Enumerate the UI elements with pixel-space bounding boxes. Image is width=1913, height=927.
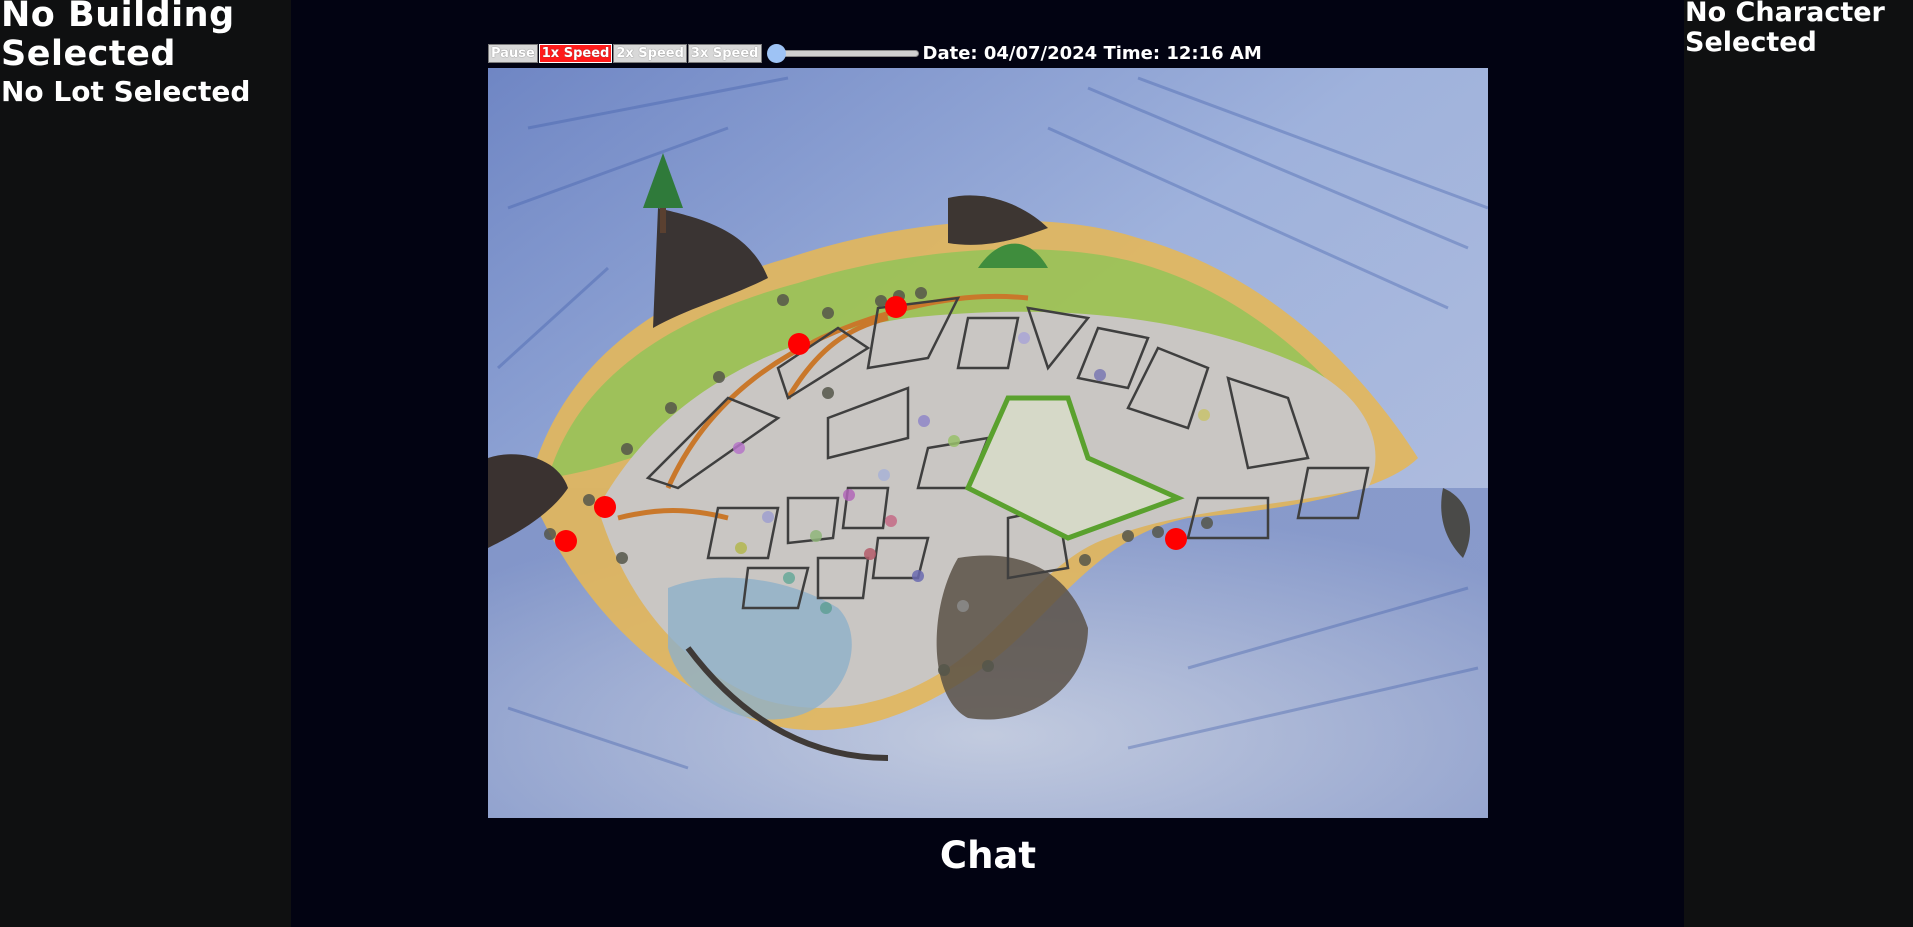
lot-marker[interactable]	[1201, 517, 1213, 529]
game-screen: No Building Selected No Lot Selected No …	[0, 0, 1913, 927]
lot-marker[interactable]	[864, 548, 876, 560]
lot-marker[interactable]	[810, 530, 822, 542]
lot-marker[interactable]	[621, 443, 633, 455]
character-marker[interactable]	[788, 333, 810, 355]
time-slider[interactable]	[766, 43, 919, 63]
lot-marker[interactable]	[938, 664, 950, 676]
lot-marker[interactable]	[948, 435, 960, 447]
town-map[interactable]	[488, 68, 1488, 818]
lot-marker[interactable]	[822, 387, 834, 399]
lot-marker[interactable]	[665, 402, 677, 414]
speed-3x-button[interactable]: 3x Speed	[687, 43, 762, 63]
lot-marker[interactable]	[843, 489, 855, 501]
lot-marker[interactable]	[1198, 409, 1210, 421]
lot-marker[interactable]	[777, 294, 789, 306]
lot-marker[interactable]	[1079, 554, 1091, 566]
speed-1x-button[interactable]: 1x Speed	[538, 43, 613, 63]
lot-marker[interactable]	[918, 415, 930, 427]
building-title: No Building Selected	[1, 0, 235, 74]
lot-marker[interactable]	[1094, 369, 1106, 381]
lot-marker[interactable]	[982, 660, 994, 672]
lot-marker[interactable]	[822, 307, 834, 319]
lot-title: No Lot Selected	[1, 75, 251, 108]
character-marker[interactable]	[885, 296, 907, 318]
speed-2x-button[interactable]: 2x Speed	[613, 43, 687, 63]
character-marker[interactable]	[555, 530, 577, 552]
character-marker[interactable]	[1165, 528, 1187, 550]
lot-marker[interactable]	[957, 600, 969, 612]
lot-marker[interactable]	[915, 287, 927, 299]
lot-marker[interactable]	[885, 515, 897, 527]
pine-trunk	[660, 208, 666, 233]
lot-marker[interactable]	[1122, 530, 1134, 542]
chat-title: Chat	[939, 834, 1037, 877]
lot-marker[interactable]	[783, 572, 795, 584]
lot-marker[interactable]	[713, 371, 725, 383]
town-map-drawing	[488, 68, 1488, 818]
lot-marker[interactable]	[733, 442, 745, 454]
pause-button[interactable]: Pause	[488, 43, 538, 63]
date-time-display: Date: 04/07/2024 Time: 12:16 AM	[922, 42, 1262, 64]
lot-marker[interactable]	[616, 552, 628, 564]
lot-marker[interactable]	[1152, 526, 1164, 538]
lot-marker[interactable]	[912, 570, 924, 582]
lot-marker[interactable]	[878, 469, 890, 481]
character-panel: No Character Selected	[1684, 0, 1913, 927]
lot-marker[interactable]	[820, 602, 832, 614]
time-slider-thumb[interactable]	[766, 43, 786, 63]
lot-marker[interactable]	[583, 494, 595, 506]
lot-marker[interactable]	[1018, 332, 1030, 344]
character-title: No Character Selected	[1685, 0, 1885, 58]
lot-marker[interactable]	[762, 511, 774, 523]
building-panel: No Building Selected No Lot Selected	[0, 0, 291, 927]
time-controls: Pause 1x Speed 2x Speed 3x Speed Date: 0…	[488, 42, 1262, 64]
character-marker[interactable]	[594, 496, 616, 518]
time-slider-track	[770, 49, 919, 57]
lot-marker[interactable]	[735, 542, 747, 554]
lot-marker[interactable]	[544, 528, 556, 540]
